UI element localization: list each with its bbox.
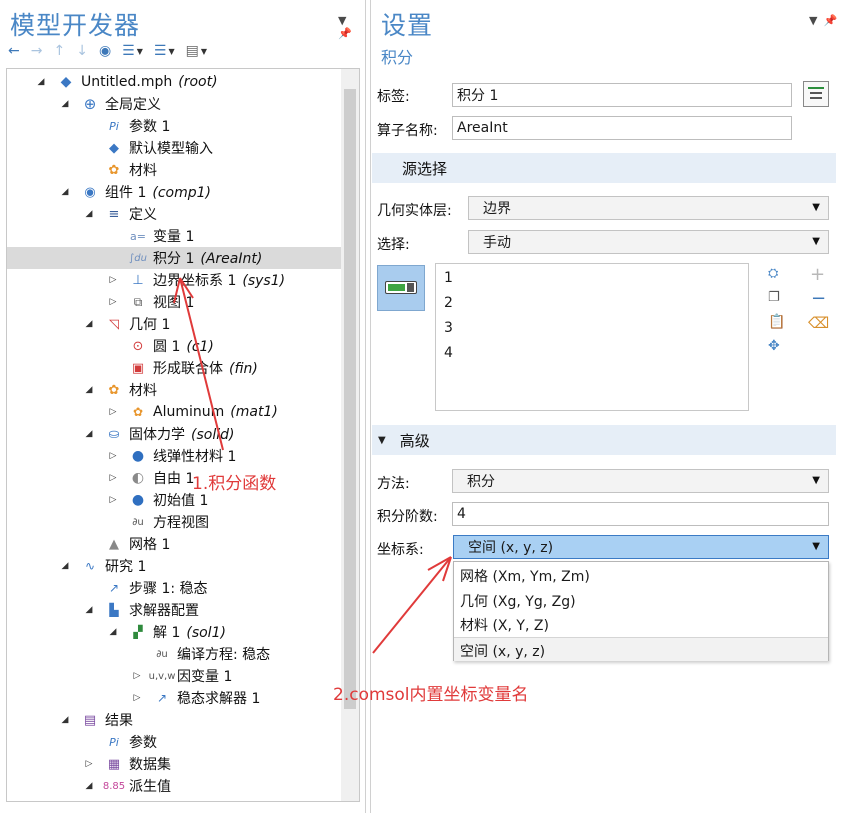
annotation-arrow-2 — [372, 556, 452, 654]
annotation-coordinate-variables: 2.comsol内置坐标变量名 — [333, 685, 529, 705]
annotation-arrow-1 — [179, 277, 224, 451]
annotation-integration-function: 1.积分函数 — [192, 474, 277, 494]
